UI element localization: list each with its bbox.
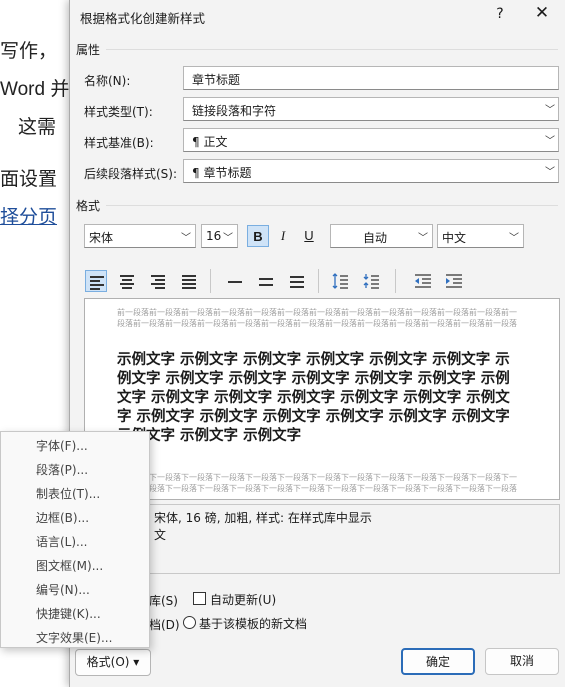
font-color-value: 自动 <box>363 231 388 245</box>
chevron-down-icon: ﹀ <box>509 233 519 244</box>
cancel-button[interactable]: 取消 <box>485 648 559 675</box>
style-base-value: ¶ 正文 <box>192 135 228 149</box>
menu-item-text-effects[interactable]: 文字效果(E)... <box>36 629 112 646</box>
properties-section-label: 属性 <box>76 43 101 57</box>
help-button[interactable]: ? <box>492 6 508 22</box>
bg-text-link: 择分页 <box>0 206 58 228</box>
style-base-select[interactable]: ¶ 正文 ﹀ <box>183 128 559 152</box>
increase-spacing-icon[interactable] <box>330 270 352 292</box>
justify-icon[interactable] <box>178 270 200 292</box>
align-left-icon[interactable] <box>85 270 107 292</box>
name-input[interactable]: 章节标题 <box>183 66 559 90</box>
size-select[interactable]: 16 ﹀ <box>201 224 238 248</box>
bg-text-line: 这需 <box>18 116 57 138</box>
divider <box>395 269 396 293</box>
bg-text-line: 写作， <box>0 40 58 62</box>
divider <box>106 49 558 50</box>
preview-sample-text: 示例文字 示例文字 示例文字 示例文字 示例文字 示例文字 示例文字 示例文字 … <box>117 352 510 444</box>
next-style-label: 后续段落样式(S): <box>84 167 178 181</box>
menu-item-numbering[interactable]: 编号(N)... <box>36 581 90 598</box>
single-spacing-icon[interactable] <box>224 270 246 292</box>
add-to-gallery-label[interactable]: 库(S) <box>149 592 178 609</box>
style-type-label: 样式类型(T): <box>84 105 153 119</box>
next-style-value: ¶ 章节标题 <box>192 166 252 180</box>
title-bar: 根据格式化创建新样式 ? ✕ <box>70 0 565 32</box>
chevron-down-icon: ﹀ <box>223 233 233 244</box>
one-half-spacing-icon[interactable] <box>255 270 277 292</box>
italic-button[interactable]: I <box>272 225 294 247</box>
underline-button[interactable]: U <box>298 225 320 247</box>
font-color-select[interactable]: 自动 ﹀ <box>330 224 433 248</box>
chevron-down-icon: ﹀ <box>418 233 428 244</box>
size-value: 16 <box>206 229 222 243</box>
format-section-label: 格式 <box>76 199 101 213</box>
menu-item-font[interactable]: 字体(F)... <box>36 437 88 454</box>
style-description: 宋体, 16 磅, 加粗, 样式: 在样式库中显示 文 <box>84 504 560 574</box>
bold-button[interactable]: B <box>247 225 269 247</box>
next-style-select[interactable]: ¶ 章节标题 ﹀ <box>183 159 559 183</box>
new-documents-label[interactable]: 基于该模板的新文档 <box>199 615 307 632</box>
decrease-spacing-icon[interactable] <box>361 270 383 292</box>
double-spacing-icon[interactable] <box>286 270 308 292</box>
divider <box>106 205 558 206</box>
language-value: 中文 <box>442 231 467 245</box>
bg-text-line: Word 并 <box>0 79 70 100</box>
chevron-down-icon: ﹀ <box>545 105 555 116</box>
menu-item-shortcut-key[interactable]: 快捷键(K)... <box>36 605 101 622</box>
dialog-title: 根据格式化创建新样式 <box>80 11 206 26</box>
menu-item-language[interactable]: 语言(L)... <box>36 533 88 550</box>
format-menu-button[interactable]: 格式(O) ▾ <box>75 649 151 676</box>
chevron-down-icon: ﹀ <box>181 233 191 244</box>
decrease-indent-icon[interactable] <box>412 270 434 292</box>
preview-next-paragraph: 下一段落下一段落下一段落下一段落下一段落下一段落下一段落下一段落下一段落下一段落… <box>117 473 517 493</box>
increase-indent-icon[interactable] <box>443 270 465 292</box>
font-value: 宋体 <box>89 231 114 245</box>
close-button[interactable]: ✕ <box>530 3 554 23</box>
name-label: 名称(N): <box>84 74 131 88</box>
style-type-value: 链接段落和字符 <box>192 104 277 118</box>
description-line: 文 <box>154 528 167 542</box>
chevron-down-icon: ﹀ <box>545 136 555 147</box>
new-documents-radio[interactable] <box>183 616 196 629</box>
menu-item-border[interactable]: 边框(B)... <box>36 509 89 526</box>
auto-update-checkbox[interactable] <box>193 592 206 605</box>
menu-item-paragraph[interactable]: 段落(P)... <box>36 461 88 478</box>
style-preview: 前一段落前一段落前一段落前一段落前一段落前一段落前一段落前一段落前一段落前一段落… <box>84 298 560 500</box>
auto-update-label[interactable]: 自动更新(U) <box>210 591 276 608</box>
font-select[interactable]: 宋体 ﹀ <box>84 224 196 248</box>
name-value: 章节标题 <box>192 73 241 87</box>
language-select[interactable]: 中文 ﹀ <box>437 224 524 248</box>
description-line: 宋体, 16 磅, 加粗, 样式: 在样式库中显示 <box>154 511 372 525</box>
bg-text-line: 面设置 <box>0 168 58 190</box>
divider <box>210 269 211 293</box>
style-base-label: 样式基准(B): <box>84 136 154 150</box>
align-center-icon[interactable] <box>116 270 138 292</box>
chevron-down-icon: ﹀ <box>545 167 555 178</box>
menu-item-tabs[interactable]: 制表位(T)... <box>36 485 100 502</box>
ok-button[interactable]: 确定 <box>401 648 475 675</box>
this-document-label[interactable]: 档(D) <box>149 616 180 633</box>
format-dropdown-menu: 字体(F)... 段落(P)... 制表位(T)... 边框(B)... 语言(… <box>0 431 150 648</box>
align-right-icon[interactable] <box>147 270 169 292</box>
divider <box>318 269 319 293</box>
preview-previous-paragraph: 前一段落前一段落前一段落前一段落前一段落前一段落前一段落前一段落前一段落前一段落… <box>117 308 517 328</box>
menu-item-frame[interactable]: 图文框(M)... <box>36 557 103 574</box>
style-type-select[interactable]: 链接段落和字符 ﹀ <box>183 97 559 121</box>
